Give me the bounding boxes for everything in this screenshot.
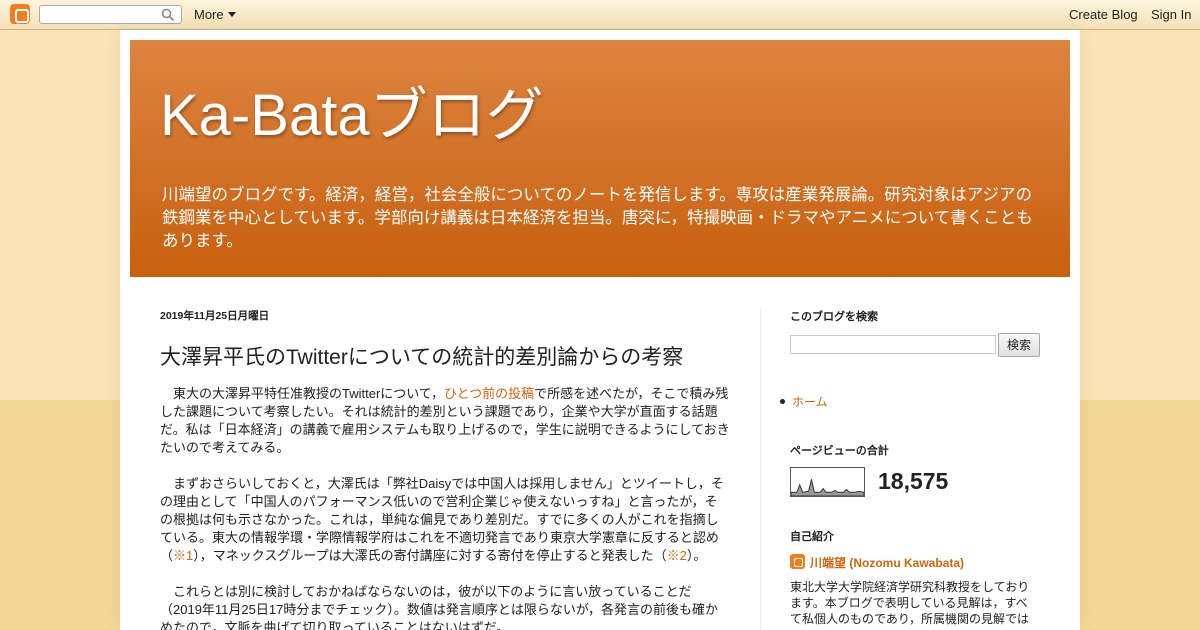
post-paragraph: これらとは別に検討しておかねばならないのは，彼が以下のように言い放っていることだ… — [160, 583, 730, 630]
profile-icon[interactable] — [790, 554, 805, 569]
blog-search-input[interactable] — [790, 335, 996, 354]
pageviews-sparkline — [790, 467, 865, 497]
post-text: ）。 — [686, 548, 707, 563]
blogger-icon[interactable] — [10, 4, 30, 24]
footnote-link-1[interactable]: ※1 — [173, 548, 193, 563]
blog-title[interactable]: Ka-Bataブログ — [160, 68, 544, 152]
search-icon[interactable] — [161, 8, 175, 22]
profile-heading: 自己紹介 — [790, 531, 834, 543]
post-text: 東大の大澤昇平特任准教授のTwitterについて， — [173, 386, 444, 401]
post-paragraph: 東大の大澤昇平特任准教授のTwitterについて，ひとつ前の投稿で所感を述べたが… — [160, 385, 730, 457]
create-blog-link[interactable]: Create Blog — [1069, 7, 1138, 22]
blog-header: Ka-Bataブログ 川端望のブログです。経済，経営，社会全般についてのノートを… — [130, 40, 1070, 277]
post-body: 東大の大澤昇平特任准教授のTwitterについて，ひとつ前の投稿で所感を述べたが… — [160, 385, 730, 630]
more-menu-button[interactable]: More — [194, 7, 236, 22]
post-text: これらとは別に検討しておかねばならないのは，彼が以下のように言い放っていることだ… — [160, 584, 719, 630]
post-text: ），マネックスグループは大澤氏の寄付講座に対する寄付を停止すると発表した（ — [193, 548, 667, 563]
footnote-link-2[interactable]: ※2 — [667, 548, 687, 563]
more-label: More — [194, 7, 224, 22]
post-date: 2019年11月25日月曜日 — [160, 310, 270, 322]
content-wrapper: Ka-Bataブログ 川端望のブログです。経済，経営，社会全般についてのノートを… — [120, 30, 1080, 630]
profile-name-link[interactable]: 川端望 (Nozomu Kawabata) — [810, 554, 964, 571]
pageviews-count: 18,575 — [878, 468, 949, 494]
home-link[interactable]: ホーム — [780, 393, 828, 410]
blogger-navbar: More Create Blog Sign In — [0, 0, 1200, 30]
profile-description: 東北大学大学院経済学研究科教授をしております。本ブログで表明している見解は，すべ… — [790, 580, 1030, 626]
chevron-down-icon — [227, 12, 236, 17]
blog-description: 川端望のブログです。経済，経営，社会全般についてのノートを発信します。専攻は産業… — [162, 186, 1033, 250]
column-divider — [760, 308, 761, 630]
pageviews-heading: ページビューの合計 — [790, 445, 889, 457]
sign-in-link[interactable]: Sign In — [1151, 7, 1191, 22]
search-button[interactable]: 検索 — [998, 333, 1040, 357]
search-widget-heading: このブログを検索 — [790, 311, 878, 323]
previous-post-link[interactable]: ひとつ前の投稿 — [444, 386, 534, 401]
navbar-search-input[interactable] — [39, 5, 182, 24]
post-title[interactable]: 大澤昇平氏のTwitterについての統計的差別論からの考察 — [160, 341, 683, 371]
post-paragraph: まずおさらいしておくと，大澤氏は「弊社Daisyでは中国人は採用しません」とツイ… — [160, 475, 730, 565]
